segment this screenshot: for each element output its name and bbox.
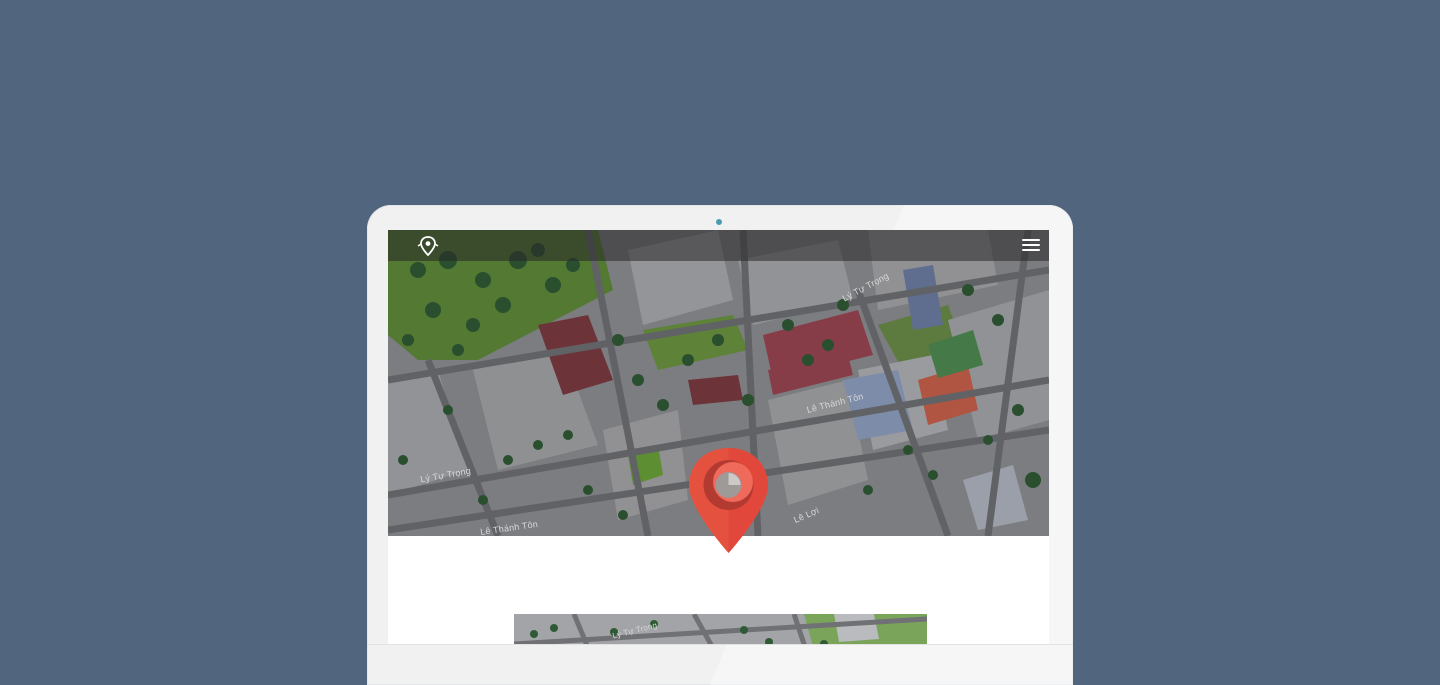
top-navbar [388, 230, 1049, 261]
map-pin-logo-icon[interactable] [416, 235, 440, 257]
laptop-base-line [367, 644, 1073, 645]
webcam-dot [716, 219, 722, 225]
location-pin-icon[interactable] [685, 445, 772, 555]
laptop-screen: Lý Tự Trọng Lê Thánh Tôn Lê Lợi Lý Tự Tr… [388, 230, 1049, 644]
hamburger-menu-icon[interactable] [1022, 239, 1040, 253]
laptop-frame: Lý Tự Trọng Lê Thánh Tôn Lê Lợi Lý Tự Tr… [367, 205, 1073, 685]
thumbnail-map-illustration [514, 614, 927, 644]
map-thumbnail[interactable]: Lý Tự Trọng [514, 614, 927, 644]
